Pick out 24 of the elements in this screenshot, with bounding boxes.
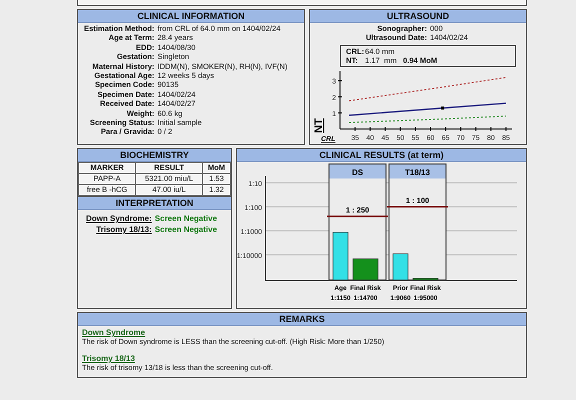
group-header: T18/13 [405,168,430,177]
remark-heading: Trisomy 18/13 [82,354,136,363]
result-label: Down Syndrome: [86,213,152,224]
cutoff-line [327,216,388,218]
measurement-point [441,106,444,110]
result-label: Trisomy 18/13: [95,224,152,235]
group-header-background [330,164,386,178]
result-value: Screen Negative [154,224,218,235]
panel-title: BIOCHEMISTRY [78,149,231,162]
group-header-background [390,164,446,178]
panel-title: ULTRASOUND [310,10,526,23]
cutoff-line [387,206,448,208]
y-axis-label: NT [313,118,325,133]
remark-heading: Down Syndrome [82,328,146,337]
panel-title: CLINICAL RESULTS (at term) [237,149,526,162]
result-value: Screen Negative [154,213,218,224]
panel-title: REMARKS [78,313,526,326]
panel-title: CLINICAL INFORMATION [78,10,304,23]
group-header: DS [352,168,364,177]
panel-title: INTERPRETATION [78,197,231,210]
risk-bar [352,258,378,280]
risk-bar [392,253,408,280]
risk-bar [412,278,438,280]
risk-bar [332,232,348,280]
